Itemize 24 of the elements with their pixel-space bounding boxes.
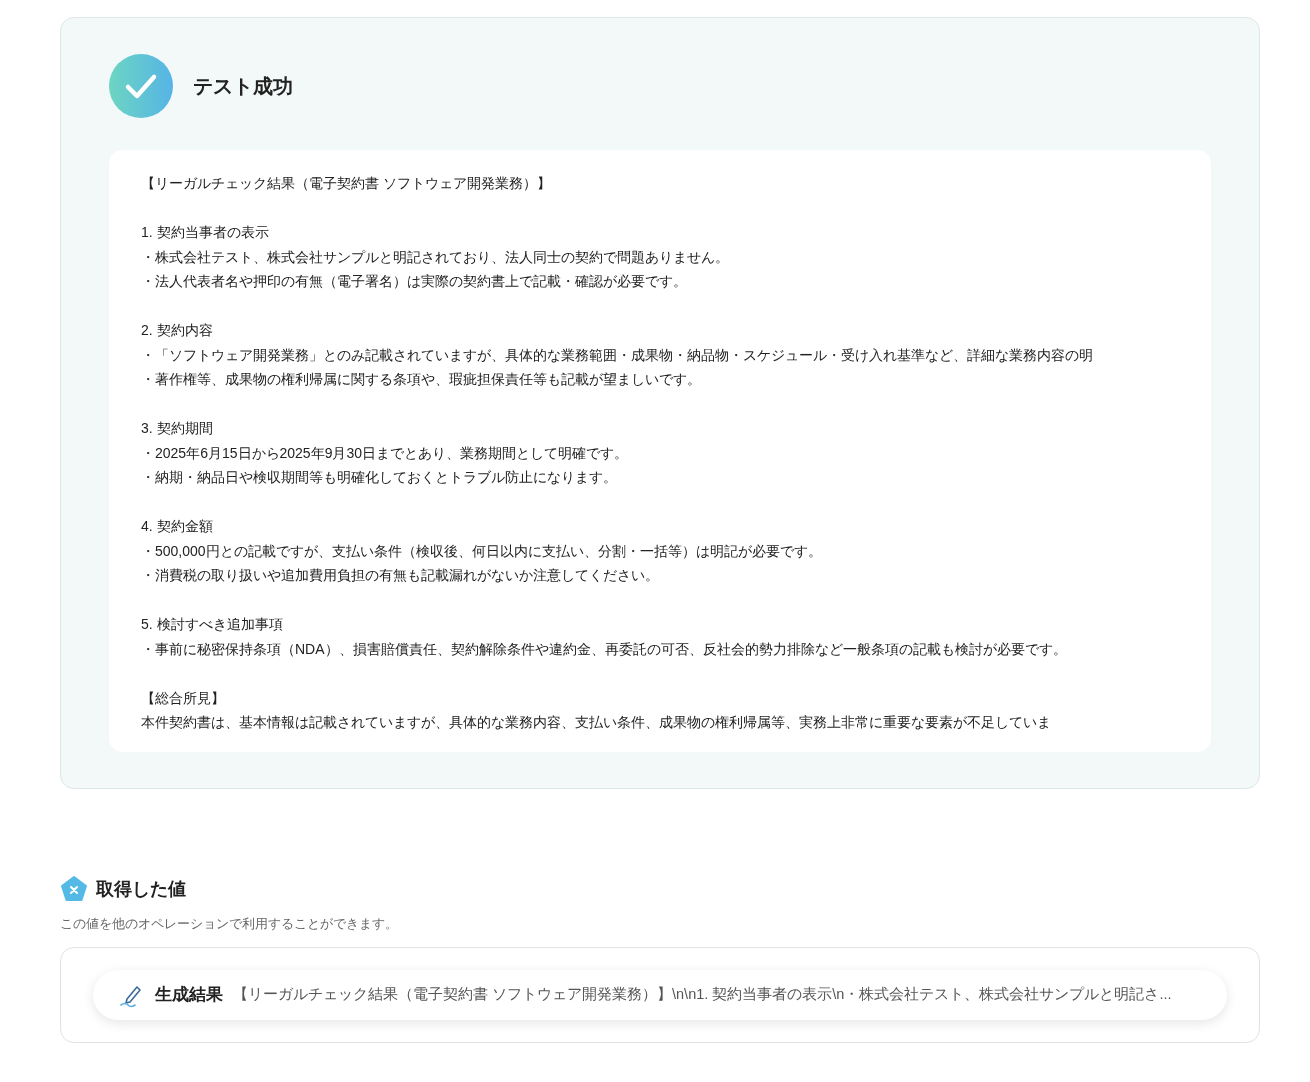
value-label: 生成結果: [155, 984, 223, 1006]
result-text-line: 3. 契約期間: [141, 419, 214, 438]
result-text-line: ・納期・納品日や検収期間等も明確化しておくとトラブル防止になります。: [141, 468, 618, 487]
result-text-line: 2. 契約内容: [141, 321, 214, 340]
result-text-line: ・著作権等、成果物の権利帰属に関する条項や、瑕疵担保責任等も記載が望ましいです。: [141, 370, 702, 389]
result-text-line: ・法人代表者名や押印の有無（電子署名）は実際の契約書上で記載・確認が必要です。: [141, 272, 688, 291]
value-chip[interactable]: 生成結果 【リーガルチェック結果（電子契約書 ソフトウェア開発業務）】\n\n1. 契約当事者の表示\n・株式会社テスト、株式会社サンプルと明記さ...: [93, 969, 1227, 1020]
result-text-line: 1. 契約当事者の表示: [141, 223, 270, 242]
result-text-line: ・消費税の取り扱いや追加費用負担の有無も記載漏れがないか注意してください。: [141, 566, 660, 585]
section-title: 取得した値: [96, 877, 186, 901]
result-text-line: ・事前に秘密保持条項（NDA）、損害賠償責任、契約解除条件や違約金、再委託の可否、反社会的勢力排除など一般条項の記載も検討が必要です。: [141, 639, 1068, 659]
variable-icon: [60, 874, 88, 903]
result-text-line: 【総合所見】: [141, 688, 226, 708]
result-title: テスト成功: [193, 73, 293, 99]
result-text-line: ・「ソフトウェア開発業務」とのみ記載されていますが、具体的な業務範囲・成果物・納品物・スケジュール・受け入れ基準など、詳細な業務内容の明: [141, 345, 1094, 365]
section-description: この値を他のオペレーションで利用することができます。: [60, 914, 399, 933]
result-text-line: 5. 検討すべき追加事項: [141, 615, 284, 634]
result-text-line: ・500,000円との記載ですが、支払い条件（検収後、何日以内に支払い、分割・一括等）は明記が必要です。: [141, 541, 823, 561]
value-text: 【リーガルチェック結果（電子契約書 ソフトウェア開発業務）】\n\n1. 契約当事者の表示\n・株式会社テスト、株式会社サンプルと明記さ...: [233, 985, 1172, 1004]
result-text-line: ・株式会社テスト、株式会社サンプルと明記されており、法人同士の契約で問題ありません。: [141, 247, 730, 267]
result-text-line: 本件契約書は、基本情報は記載されていますが、具体的な業務内容、支払い条件、成果物の権利帰属等、実務上非常に重要な要素が不足していま: [141, 713, 1052, 732]
result-text-line: 【リーガルチェック結果（電子契約書 ソフトウェア開発業務）】: [141, 174, 552, 193]
result-text-line: ・2025年6月15日から2025年9月30日までとあり、業務期間として明確です。: [141, 443, 629, 463]
result-text-line: 4. 契約金額: [141, 517, 214, 536]
